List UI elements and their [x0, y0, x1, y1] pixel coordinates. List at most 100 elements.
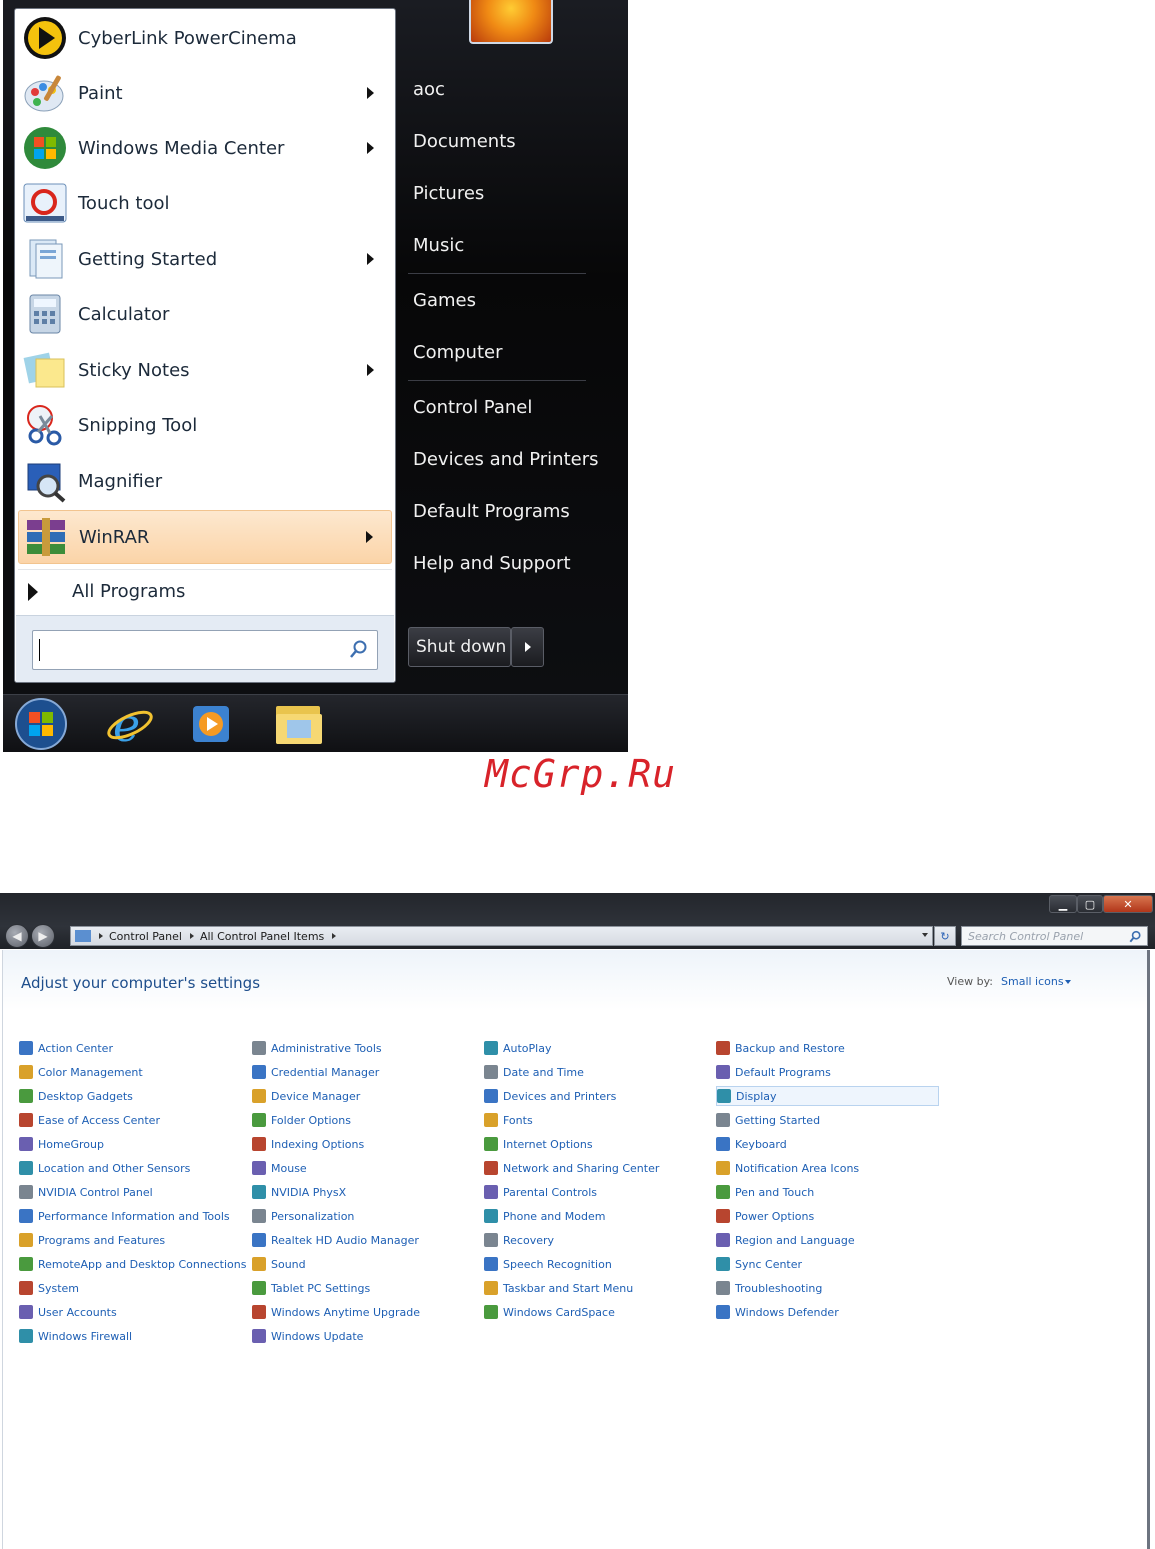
right-item-help-support[interactable]: Help and Support	[413, 553, 571, 574]
cp-item-troubleshooting[interactable]: Troubleshooting	[716, 1278, 822, 1298]
cp-item-nvidia-control-panel[interactable]: NVIDIA Control Panel	[19, 1182, 153, 1202]
cp-item-speech-recognition[interactable]: Speech Recognition	[484, 1254, 612, 1274]
program-snipping-tool[interactable]: Snipping Tool	[18, 398, 392, 452]
cp-item-windows-cardspace[interactable]: Windows CardSpace	[484, 1302, 615, 1322]
cp-item-display[interactable]: Display	[716, 1086, 939, 1106]
cp-item-sync-center[interactable]: Sync Center	[716, 1254, 802, 1274]
cp-item-windows-defender[interactable]: Windows Defender	[716, 1302, 839, 1322]
program-magnifier[interactable]: Magnifier	[18, 454, 392, 508]
internet-explorer-icon[interactable]: e	[100, 697, 160, 751]
media-player-icon[interactable]	[181, 697, 241, 751]
all-programs-button[interactable]: All Programs	[18, 569, 392, 613]
cp-item-device-manager[interactable]: Device Manager	[252, 1086, 360, 1106]
cp-item-internet-options[interactable]: Internet Options	[484, 1134, 593, 1154]
submenu-arrow-icon[interactable]	[367, 364, 374, 376]
cp-item-color-management[interactable]: Color Management	[19, 1062, 143, 1082]
cp-item-default-programs[interactable]: Default Programs	[716, 1062, 831, 1082]
cp-item-indexing-options[interactable]: Indexing Options	[252, 1134, 364, 1154]
submenu-arrow-icon[interactable]	[367, 142, 374, 154]
cp-item-network-and-sharing-center[interactable]: Network and Sharing Center	[484, 1158, 659, 1178]
cp-item-fonts[interactable]: Fonts	[484, 1110, 533, 1130]
cp-item-tablet-pc-settings[interactable]: Tablet PC Settings	[252, 1278, 370, 1298]
cp-item-windows-anytime-upgrade[interactable]: Windows Anytime Upgrade	[252, 1302, 420, 1322]
submenu-arrow-icon[interactable]	[367, 87, 374, 99]
right-item-default-programs[interactable]: Default Programs	[413, 501, 570, 522]
cp-item-programs-and-features[interactable]: Programs and Features	[19, 1230, 165, 1250]
cp-item-windows-firewall[interactable]: Windows Firewall	[19, 1326, 132, 1346]
control-panel-search-input[interactable]: Search Control Panel	[961, 926, 1148, 946]
cp-item-taskbar-and-start-menu[interactable]: Taskbar and Start Menu	[484, 1278, 633, 1298]
cp-item-performance-information-and-tools[interactable]: Performance Information and Tools	[19, 1206, 230, 1226]
right-item-aoc[interactable]: aoc	[413, 79, 445, 100]
right-item-games[interactable]: Games	[413, 290, 476, 311]
cp-item-devices-and-printers[interactable]: Devices and Printers	[484, 1086, 616, 1106]
cp-item-date-and-time[interactable]: Date and Time	[484, 1062, 584, 1082]
program-winrar[interactable]: WinRAR	[18, 510, 392, 564]
cp-item-autoplay[interactable]: AutoPlay	[484, 1038, 551, 1058]
cp-item-action-center[interactable]: Action Center	[19, 1038, 113, 1058]
windows-explorer-icon[interactable]	[269, 697, 329, 751]
cp-item-ease-of-access-center[interactable]: Ease of Access Center	[19, 1110, 160, 1130]
cp-item-nvidia-physx[interactable]: NVIDIA PhysX	[252, 1182, 346, 1202]
program-sticky-notes[interactable]: Sticky Notes	[18, 343, 392, 397]
close-button[interactable]: ✕	[1103, 895, 1153, 913]
right-item-control-panel[interactable]: Control Panel	[413, 397, 532, 418]
cp-item-credential-manager[interactable]: Credential Manager	[252, 1062, 379, 1082]
breadcrumb-separator-icon[interactable]	[99, 933, 103, 939]
shutdown-button[interactable]: Shut down	[408, 627, 511, 667]
submenu-arrow-icon[interactable]	[366, 531, 373, 543]
cp-item-notification-area-icons[interactable]: Notification Area Icons	[716, 1158, 859, 1178]
cp-item-mouse[interactable]: Mouse	[252, 1158, 307, 1178]
start-orb-icon[interactable]	[11, 697, 71, 751]
cp-item-remoteapp-and-desktop-connections[interactable]: RemoteApp and Desktop Connections	[19, 1254, 246, 1274]
address-dropdown-icon[interactable]	[922, 933, 928, 937]
breadcrumb-all-items[interactable]: All Control Panel Items	[200, 930, 324, 943]
program-windows-media-center[interactable]: Windows Media Center	[18, 121, 392, 175]
cp-item-keyboard[interactable]: Keyboard	[716, 1134, 787, 1154]
cp-item-pen-and-touch[interactable]: Pen and Touch	[716, 1182, 814, 1202]
user-picture[interactable]	[469, 0, 553, 44]
cp-item-location-and-other-sensors[interactable]: Location and Other Sensors	[19, 1158, 190, 1178]
maximize-button[interactable]: ▢	[1077, 895, 1103, 913]
breadcrumb-separator-icon[interactable]	[332, 933, 337, 939]
refresh-button[interactable]: ↻	[934, 926, 956, 946]
back-arrow-icon[interactable]: ◀	[5, 924, 29, 948]
cp-item-power-options[interactable]: Power Options	[716, 1206, 814, 1226]
cp-item-desktop-gadgets[interactable]: Desktop Gadgets	[19, 1086, 133, 1106]
breadcrumb-control-panel[interactable]: Control Panel	[109, 930, 182, 943]
cp-item-getting-started[interactable]: Getting Started	[716, 1110, 820, 1130]
cp-item-phone-and-modem[interactable]: Phone and Modem	[484, 1206, 605, 1226]
forward-arrow-icon[interactable]: ▶	[31, 924, 55, 948]
breadcrumb-separator-icon[interactable]	[189, 933, 194, 939]
cp-item-personalization[interactable]: Personalization	[252, 1206, 354, 1226]
cp-item-folder-options[interactable]: Folder Options	[252, 1110, 351, 1130]
cp-item-recovery[interactable]: Recovery	[484, 1230, 554, 1250]
cp-item-parental-controls[interactable]: Parental Controls	[484, 1182, 597, 1202]
cp-item-backup-and-restore[interactable]: Backup and Restore	[716, 1038, 845, 1058]
submenu-arrow-icon[interactable]	[367, 253, 374, 265]
program-paint[interactable]: Paint	[18, 66, 392, 120]
program-touch-tool[interactable]: Touch tool	[18, 176, 392, 230]
right-item-music[interactable]: Music	[413, 235, 464, 256]
right-item-computer[interactable]: Computer	[413, 342, 502, 363]
view-by-dropdown[interactable]: Small icons	[1001, 975, 1064, 988]
chevron-down-icon[interactable]	[1065, 980, 1071, 984]
cp-item-region-and-language[interactable]: Region and Language	[716, 1230, 855, 1250]
cp-item-administrative-tools[interactable]: Administrative Tools	[252, 1038, 382, 1058]
cp-item-realtek-hd-audio-manager[interactable]: Realtek HD Audio Manager	[252, 1230, 419, 1250]
program-cyberlink-powercinema[interactable]: CyberLink PowerCinema	[18, 11, 392, 65]
right-item-pictures[interactable]: Pictures	[413, 183, 484, 204]
address-bar[interactable]: Control Panel All Control Panel Items	[70, 926, 933, 946]
program-getting-started[interactable]: Getting Started	[18, 232, 392, 286]
cp-item-system[interactable]: System	[19, 1278, 79, 1298]
search-icon[interactable]	[1129, 930, 1142, 946]
right-item-documents[interactable]: Documents	[413, 131, 516, 152]
search-icon[interactable]	[349, 639, 369, 663]
cp-item-homegroup[interactable]: HomeGroup	[19, 1134, 104, 1154]
cp-item-user-accounts[interactable]: User Accounts	[19, 1302, 117, 1322]
cp-item-windows-update[interactable]: Windows Update	[252, 1326, 363, 1346]
program-calculator[interactable]: Calculator	[18, 287, 392, 341]
minimize-button[interactable]: ▁	[1049, 895, 1077, 913]
cp-item-sound[interactable]: Sound	[252, 1254, 306, 1274]
start-search-input[interactable]	[32, 630, 378, 670]
